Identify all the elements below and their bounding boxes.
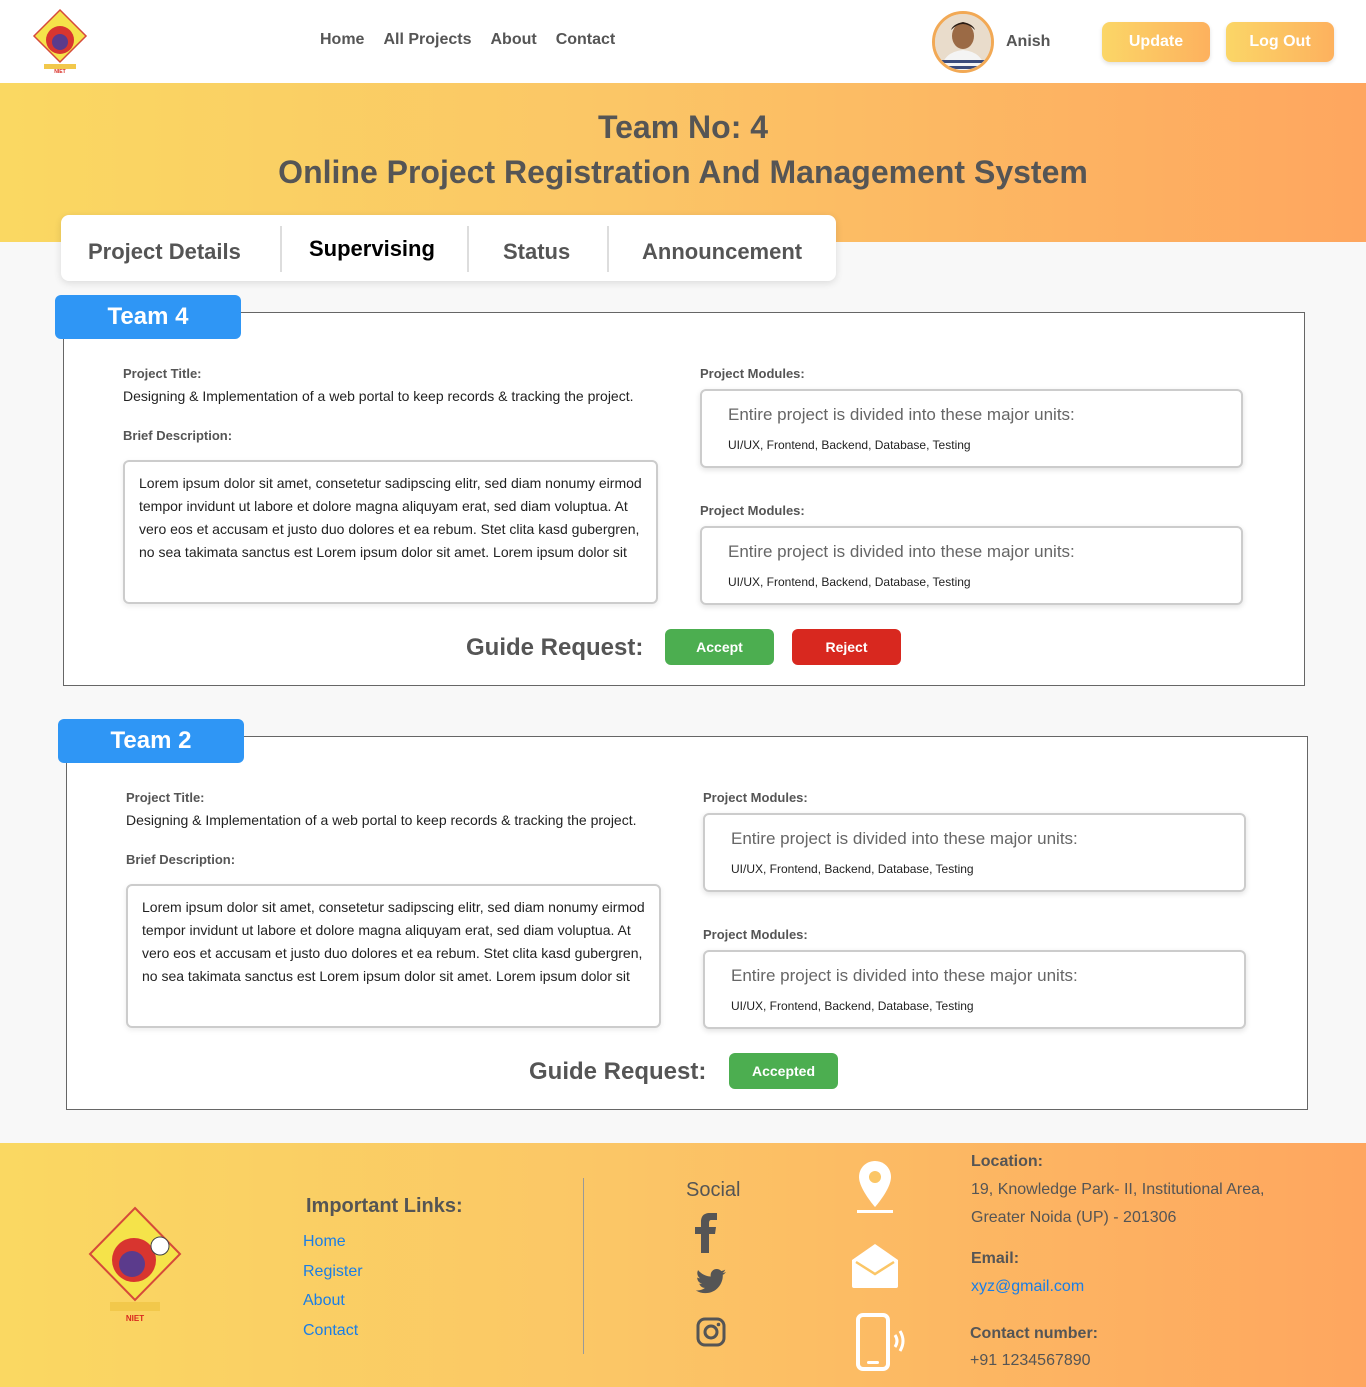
- location-line-1: 19, Knowledge Park- II, Institutional Ar…: [971, 1181, 1265, 1198]
- modules-units: UI/UX, Frontend, Backend, Database, Test…: [731, 999, 974, 1013]
- tab-divider: [607, 226, 609, 272]
- nav-home-link[interactable]: Home: [320, 31, 364, 49]
- contact-number-label: Contact number:: [970, 1325, 1098, 1342]
- modules-heading: Entire project is divided into these maj…: [731, 829, 1078, 848]
- modules-units: UI/UX, Frontend, Backend, Database, Test…: [731, 862, 974, 876]
- email-label: Email:: [971, 1250, 1020, 1267]
- modules-units: UI/UX, Frontend, Backend, Database, Test…: [728, 575, 971, 589]
- instagram-icon[interactable]: [696, 1317, 726, 1347]
- project-system-title: Online Project Registration And Manageme…: [278, 154, 1088, 190]
- user-name: Anish: [1006, 33, 1051, 50]
- project-modules-label: Project Modules:: [700, 366, 805, 381]
- contact-number: +91 1234567890: [970, 1352, 1091, 1369]
- project-title: Designing & Implementation of a web port…: [126, 812, 637, 828]
- social-heading: Social: [686, 1179, 741, 1201]
- facebook-icon[interactable]: [694, 1213, 720, 1253]
- tab-bar: Project Details Supervising Status Annou…: [61, 215, 836, 281]
- accept-button[interactable]: Accept: [665, 629, 774, 665]
- project-modules-label: Project Modules:: [703, 790, 808, 805]
- footer-divider: [583, 1178, 584, 1354]
- navbar: NIET Home All Projects About Contact Ani…: [0, 0, 1366, 83]
- brief-description: Lorem ipsum dolor sit amet, consetetur s…: [126, 884, 661, 1028]
- project-modules-box: Entire project is divided into these maj…: [703, 950, 1246, 1029]
- tab-divider: [467, 226, 469, 272]
- email-envelope-icon: [852, 1244, 898, 1288]
- reject-button[interactable]: Reject: [792, 629, 901, 665]
- nav-about-link[interactable]: About: [490, 31, 536, 49]
- footer-contact-link[interactable]: Contact: [303, 1322, 358, 1340]
- tab-supervising[interactable]: Supervising: [309, 236, 435, 262]
- project-modules-label: Project Modules:: [703, 927, 808, 942]
- accepted-button[interactable]: Accepted: [729, 1053, 838, 1089]
- project-title: Designing & Implementation of a web port…: [123, 388, 634, 404]
- modules-heading: Entire project is divided into these maj…: [728, 405, 1075, 424]
- avatar[interactable]: [932, 11, 994, 73]
- project-modules-box: Entire project is divided into these maj…: [700, 389, 1243, 468]
- footer-logo-text: NIET: [126, 1314, 144, 1323]
- team-badge: Team 4: [55, 295, 241, 339]
- tab-announcement[interactable]: Announcement: [642, 239, 802, 265]
- location-line-2: Greater Noida (UP) - 201306: [971, 1209, 1177, 1226]
- footer-niet-logo[interactable]: NIET: [86, 1204, 184, 1324]
- team-badge: Team 2: [58, 719, 244, 763]
- modules-units: UI/UX, Frontend, Backend, Database, Test…: [728, 438, 971, 452]
- project-title-label: Project Title:: [126, 790, 205, 805]
- footer-about-link[interactable]: About: [303, 1292, 345, 1310]
- nav-contact-link[interactable]: Contact: [556, 31, 616, 49]
- tab-divider: [280, 226, 282, 272]
- team-number-heading: Team No: 4: [597, 109, 769, 145]
- footer-register-link[interactable]: Register: [303, 1263, 363, 1281]
- guide-request-label: Guide Request:: [466, 634, 644, 661]
- tab-project-details[interactable]: Project Details: [88, 239, 241, 265]
- project-modules-label: Project Modules:: [700, 503, 805, 518]
- project-modules-box: Entire project is divided into these maj…: [700, 526, 1243, 605]
- email-link[interactable]: xyz@gmail.com: [971, 1278, 1084, 1296]
- location-label: Location:: [971, 1153, 1043, 1170]
- guide-request-label: Guide Request:: [529, 1058, 707, 1085]
- brief-description-label: Brief Description:: [123, 428, 233, 443]
- important-links-heading: Important Links:: [306, 1195, 463, 1217]
- svg-text:NIET: NIET: [54, 69, 65, 74]
- nav-links: Home All Projects About Contact: [320, 31, 615, 49]
- mobile-phone-icon: [856, 1313, 905, 1371]
- team-card: Project Title: Designing & Implementatio…: [66, 736, 1308, 1110]
- project-modules-box: Entire project is divided into these maj…: [703, 813, 1246, 892]
- logout-button[interactable]: Log Out: [1226, 22, 1334, 62]
- footer-home-link[interactable]: Home: [303, 1233, 346, 1251]
- brief-description: Lorem ipsum dolor sit amet, consetetur s…: [123, 460, 658, 604]
- team-card: Project Title: Designing & Implementatio…: [63, 312, 1305, 686]
- modules-heading: Entire project is divided into these maj…: [731, 966, 1078, 985]
- twitter-icon[interactable]: [696, 1269, 726, 1294]
- project-title-label: Project Title:: [123, 366, 202, 381]
- modules-heading: Entire project is divided into these maj…: [728, 542, 1075, 561]
- nav-all-projects-link[interactable]: All Projects: [383, 31, 471, 49]
- niet-logo[interactable]: NIET: [30, 8, 90, 74]
- update-button[interactable]: Update: [1102, 22, 1210, 62]
- location-pin-icon: [857, 1161, 893, 1213]
- brief-description-label: Brief Description:: [126, 852, 236, 867]
- tab-status[interactable]: Status: [503, 239, 570, 265]
